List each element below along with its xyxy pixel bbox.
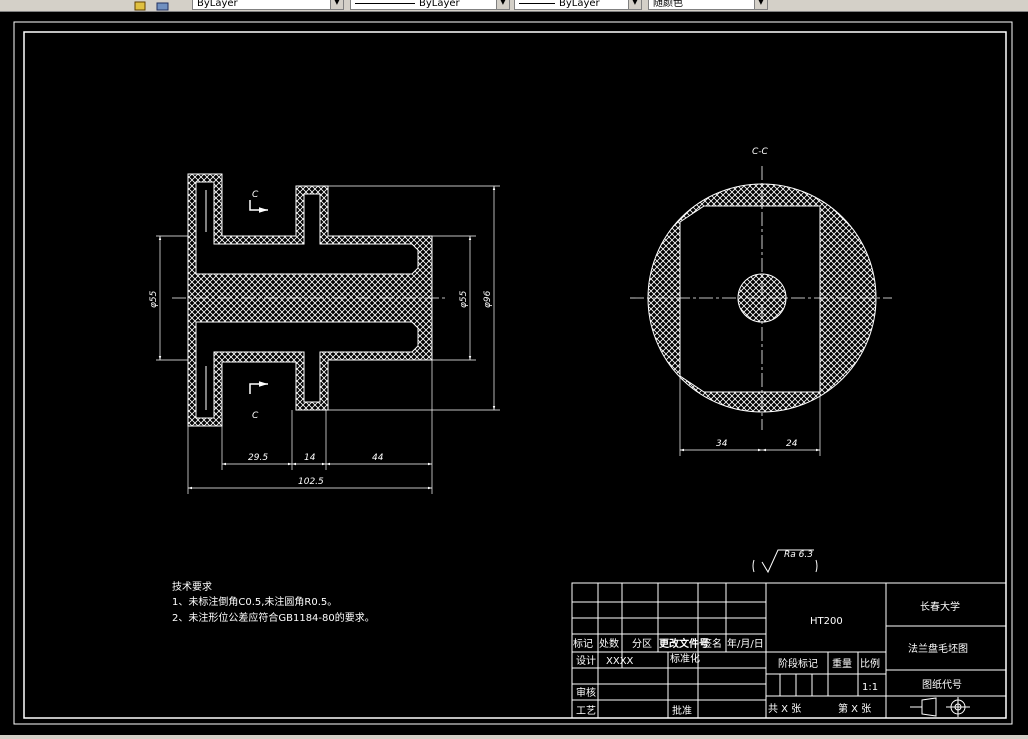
design-label: 设计 <box>576 654 596 667</box>
layer-stack-icon[interactable] <box>156 0 170 11</box>
lineweight-combo[interactable]: ByLayer ▼ <box>514 0 642 10</box>
layer-state-icon[interactable] <box>134 0 148 11</box>
section-mark-bottom: C <box>252 411 259 421</box>
approve-label: 批准 <box>672 704 692 717</box>
dim-14: 14 <box>304 453 316 463</box>
col-count: 处数 <box>599 637 619 650</box>
dim-44: 44 <box>372 453 384 463</box>
dim-102-5: 102.5 <box>298 477 324 487</box>
material-text: HT200 <box>810 616 843 627</box>
projection-symbol-icon <box>910 697 970 717</box>
col-zone: 分区 <box>632 638 652 650</box>
chevron-down-icon[interactable]: ▼ <box>330 0 343 9</box>
chevron-down-icon[interactable]: ▼ <box>754 0 767 9</box>
tech-req-line2: 2、未注形位公差应符合GB1184-80的要求。 <box>172 611 375 624</box>
sheet-no: 第 X 张 <box>838 702 871 715</box>
drawing-code-label: 图纸代号 <box>922 678 962 691</box>
tech-requirements: 技术要求 1、未标注倒角C0.5,未注圆角R0.5。 2、未注形位公差应符合GB… <box>172 580 375 624</box>
dim-29-5: 29.5 <box>248 453 268 463</box>
chevron-down-icon[interactable]: ▼ <box>628 0 641 9</box>
front-section-view: C C φ55 φ55 φ96 29.5 14 44 102.5 <box>149 173 500 494</box>
drawing-canvas[interactable]: C C φ55 φ55 φ96 29.5 14 44 102.5 C-C 34 … <box>0 12 1028 739</box>
horizontal-scrollbar[interactable] <box>0 735 1028 739</box>
tech-req-line1: 1、未标注倒角C0.5,未注圆角R0.5。 <box>172 595 337 608</box>
dim-d96: φ96 <box>483 290 493 308</box>
weight-label: 重量 <box>832 657 852 670</box>
col-mark: 标记 <box>573 638 593 650</box>
scale-value: 1:1 <box>862 682 878 693</box>
properties-toolbar: ByLayer ▼ ByLayer ▼ ByLayer ▼ 随颜色 ▼ <box>0 0 1028 12</box>
color-combo[interactable]: ByLayer ▼ <box>192 0 344 10</box>
roughness-symbol: Ra 6.3 <box>752 549 818 574</box>
cad-drawing[interactable]: C C φ55 φ55 φ96 29.5 14 44 102.5 C-C 34 … <box>0 12 1028 739</box>
tech-req-title: 技术要求 <box>172 580 212 593</box>
section-mark-top: C <box>252 190 259 200</box>
roughness-label: Ra 6.3 <box>784 550 813 560</box>
dim-d55-left: φ55 <box>149 290 159 308</box>
linetype-combo[interactable]: ByLayer ▼ <box>350 0 510 10</box>
process-label: 工艺 <box>576 705 596 717</box>
dim-24: 24 <box>786 439 798 449</box>
sheets-total: 共 X 张 <box>768 703 801 715</box>
col-sign: 签名 <box>702 637 722 650</box>
review-label: 审核 <box>576 686 596 699</box>
chevron-down-icon[interactable]: ▼ <box>496 0 509 9</box>
col-date: 年/月/日 <box>727 637 764 650</box>
cc-section-view: C-C 34 24 <box>630 147 892 456</box>
drawing-name-text: 法兰盘毛坯图 <box>908 642 968 655</box>
dim-d55-right: φ55 <box>459 290 469 308</box>
outer-frame <box>13 21 1013 725</box>
dim-34: 34 <box>716 439 728 449</box>
university-text: 长春大学 <box>920 600 960 613</box>
scale-label: 比例 <box>860 657 880 670</box>
stage-label: 阶段标记 <box>778 657 818 670</box>
section-title: C-C <box>752 147 769 157</box>
design-value: XXXX <box>606 656 634 667</box>
plotstyle-combo[interactable]: 随颜色 ▼ <box>648 0 768 10</box>
standard-label: 标准化 <box>670 652 700 665</box>
